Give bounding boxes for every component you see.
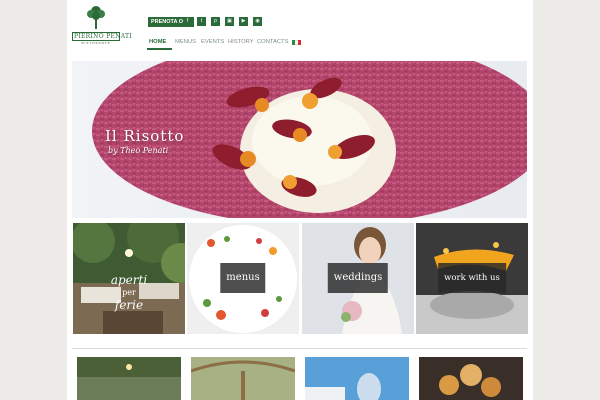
tile-menus[interactable]: menus — [187, 223, 299, 334]
thumb-wine[interactable] — [305, 357, 409, 400]
tile-summer-opening[interactable]: aperti per ferie — [73, 223, 185, 334]
tripadvisor-icon[interactable]: ◉ — [253, 17, 262, 26]
tile-weddings-label: weddings — [327, 263, 389, 293]
tree-logo-icon — [87, 6, 105, 29]
page-container: PIERINO PENATI RISTORANTE PRENOTA ORA f … — [67, 0, 533, 400]
tile-summer-line1: aperti — [110, 273, 148, 287]
nav-active-underline — [147, 48, 172, 50]
garden-photo-image — [77, 357, 181, 400]
facebook-icon[interactable]: f — [183, 17, 192, 26]
tile-work-label: work with us — [438, 263, 506, 293]
twitter-icon[interactable]: t — [197, 17, 206, 26]
wine-glass-photo-image — [305, 357, 409, 400]
pinterest-icon[interactable]: p — [211, 17, 220, 26]
tile-weddings[interactable]: weddings — [302, 223, 414, 334]
logo-name: PIERINO PENATI — [72, 32, 132, 41]
youtube-icon[interactable]: ▶ — [239, 17, 248, 26]
section-divider — [72, 348, 527, 349]
thumb-pastries[interactable] — [419, 357, 523, 400]
nav-menus[interactable]: MENUS — [175, 39, 196, 45]
thumb-garden[interactable] — [77, 357, 181, 400]
hero-banner[interactable]: Il Risotto by Theo Penati — [72, 61, 527, 218]
nav-history[interactable]: HISTORY — [228, 39, 254, 45]
hero-subtitle: by Theo Penati — [108, 146, 169, 155]
tile-menus-label: menus — [220, 263, 266, 293]
restaurant-logo[interactable]: PIERINO PENATI RISTORANTE — [72, 4, 132, 52]
nav-home[interactable]: HOME — [149, 39, 166, 45]
tile-summer-line2: per — [122, 288, 136, 297]
tile-work-with-us[interactable]: work with us — [416, 223, 528, 334]
logo-subtitle: RISTORANTE — [81, 41, 111, 45]
hero-title: Il Risotto — [105, 127, 185, 145]
nav-events[interactable]: EVENTS — [201, 39, 224, 45]
pastries-photo-image — [419, 357, 523, 400]
tile-summer-line3: ferie — [114, 298, 144, 312]
instagram-icon[interactable]: ▣ — [225, 17, 234, 26]
nav-contacts[interactable]: CONTACTS — [257, 39, 288, 45]
veranda-photo-image — [191, 357, 295, 400]
italian-flag-icon[interactable] — [292, 40, 301, 45]
thumb-veranda[interactable] — [191, 357, 295, 400]
